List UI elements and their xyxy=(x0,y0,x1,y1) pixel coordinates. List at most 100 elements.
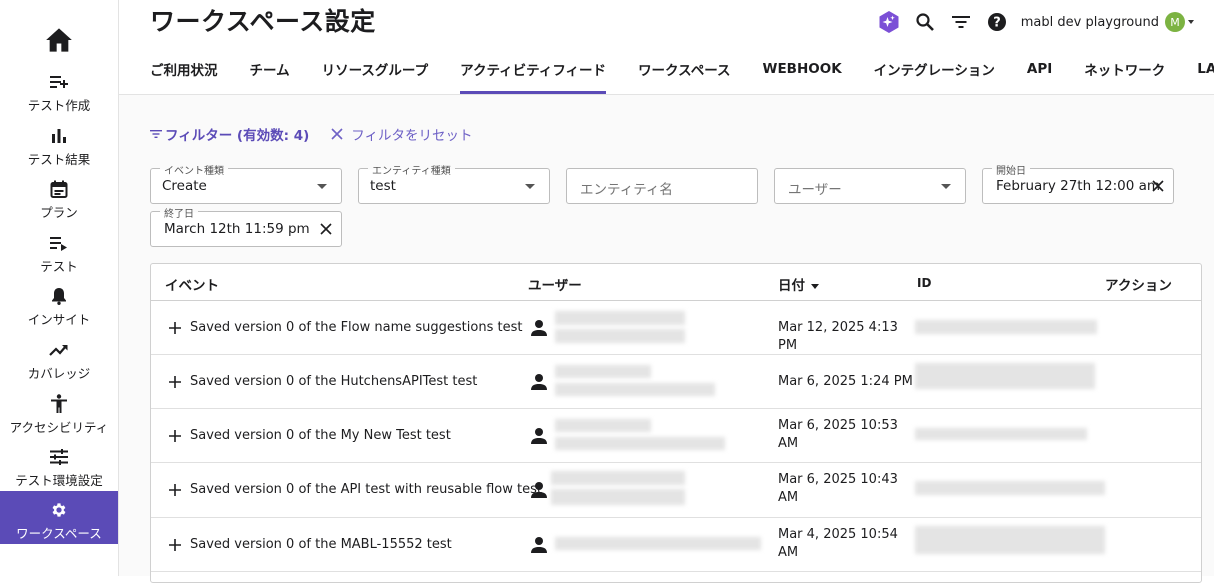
tab-workspace[interactable]: ワークスペース xyxy=(622,44,746,94)
ai-assistant-button[interactable] xyxy=(877,10,901,34)
home-icon xyxy=(46,28,72,52)
bar-chart-icon xyxy=(49,126,69,146)
help-icon: ? xyxy=(987,13,1006,31)
dropdown-arrow-icon xyxy=(317,184,327,189)
tab-labs[interactable]: LABS xyxy=(1181,44,1214,94)
expand-icon[interactable] xyxy=(168,321,182,335)
field-placeholder: エンティティ名 xyxy=(580,182,673,198)
redacted-user-email xyxy=(555,383,715,396)
workspace-switcher[interactable]: mabl dev playground M xyxy=(1021,12,1194,32)
redacted-id xyxy=(915,481,1105,495)
table-row[interactable]: Saved version 0 of the API test with reu… xyxy=(151,463,1201,518)
table-row[interactable]: Saved version 0 of the Flow name suggest… xyxy=(151,301,1201,355)
redacted-id xyxy=(915,363,1095,389)
settings-tabs: ご利用状況 チーム リソースグループ アクティビティフィード ワークスペース W… xyxy=(134,44,1214,94)
redacted-user-email xyxy=(555,329,685,343)
sidebar-item-label: テスト作成 xyxy=(27,98,91,113)
start-date-field[interactable]: 開始日 February 27th 12:00 am xyxy=(982,162,1174,204)
event-text: Saved version 0 of the HutchensAPITest t… xyxy=(190,374,478,389)
home-button[interactable] xyxy=(0,20,118,60)
sidebar-item-accessibility[interactable]: アクセシビリティ xyxy=(0,389,118,441)
date-text: Mar 6, 2025 1:24 PM xyxy=(778,374,913,389)
entity-type-select[interactable]: エンティティ種類 test xyxy=(358,162,550,204)
sidebar-item-tests[interactable]: テスト xyxy=(0,228,118,280)
date-text: Mar 6, 2025 10:43 AM xyxy=(778,472,898,505)
event-text: Saved version 0 of the My New Test test xyxy=(190,428,451,443)
filter-list-icon xyxy=(150,130,162,138)
tab-api[interactable]: API xyxy=(1011,44,1068,94)
tab-usage[interactable]: ご利用状況 xyxy=(134,44,234,94)
redacted-user xyxy=(555,419,651,432)
filter-button-label: フィルター (有効数: 4) xyxy=(165,128,310,144)
table-row[interactable]: Saved version 0 of the MABL-15552 test M… xyxy=(151,518,1201,572)
column-header-user: ユーザー xyxy=(528,278,582,294)
expand-icon[interactable] xyxy=(168,429,182,443)
tab-team[interactable]: チーム xyxy=(234,44,306,94)
dropdown-arrow-icon xyxy=(525,184,535,189)
sidebar-item-create-test[interactable]: テスト作成 xyxy=(0,67,118,119)
tab-network[interactable]: ネットワーク xyxy=(1068,44,1181,94)
filter-toggle-button[interactable]: フィルター (有効数: 4) xyxy=(150,124,309,144)
sparkle-icon xyxy=(879,11,899,33)
sidebar-item-label: ワークスペース xyxy=(16,526,102,541)
clear-icon[interactable] xyxy=(1151,179,1165,193)
event-type-select[interactable]: イベント種類 Create xyxy=(150,162,342,204)
redacted-id xyxy=(915,428,1087,440)
sidebar-item-plans[interactable]: プラン xyxy=(0,174,118,226)
sidebar-item-test-env-settings[interactable]: テスト環境設定 xyxy=(0,442,118,494)
end-date-field[interactable]: 終了日 March 12th 11:59 pm xyxy=(150,205,342,247)
person-icon xyxy=(531,537,547,553)
field-label: 終了日 xyxy=(160,205,198,220)
field-label: エンティティ種類 xyxy=(368,162,455,177)
tab-webhook[interactable]: WEBHOOK xyxy=(747,44,858,94)
field-value: March 12th 11:59 pm xyxy=(164,221,310,237)
event-text: Saved version 0 of the MABL-15552 test xyxy=(190,537,452,552)
person-icon xyxy=(531,374,547,390)
entity-name-input[interactable]: エンティティ名 xyxy=(566,168,758,204)
table-row[interactable]: Saved version 0 of the HutchensAPITest t… xyxy=(151,355,1201,409)
redacted-id xyxy=(915,320,1097,334)
reset-filters-label: フィルタをリセット xyxy=(351,128,473,144)
playlist-play-icon xyxy=(49,233,69,253)
expand-icon[interactable] xyxy=(168,375,182,389)
avatar: M xyxy=(1165,12,1185,32)
sidebar-item-label: テスト環境設定 xyxy=(15,473,103,488)
reset-filters-button[interactable]: フィルタをリセット xyxy=(331,124,473,144)
clear-icon[interactable] xyxy=(319,222,333,236)
redacted-user-email xyxy=(551,489,685,505)
top-toolbar: ? mabl dev playground M xyxy=(877,10,1194,34)
tab-resource-groups[interactable]: リソースグループ xyxy=(306,44,445,94)
sidebar-item-workspace[interactable]: ワークスペース xyxy=(0,491,118,544)
sidebar-item-label: インサイト xyxy=(27,312,91,327)
tab-integrations[interactable]: インテグレーション xyxy=(858,44,1011,94)
page-title: ワークスペース設定 xyxy=(150,7,376,36)
person-icon xyxy=(531,320,547,336)
bell-icon xyxy=(49,286,69,306)
date-text: Mar 12, 2025 4:13 PM xyxy=(778,320,898,353)
sidebar-item-label: テスト結果 xyxy=(27,152,91,167)
redacted-user xyxy=(555,365,651,378)
sidebar-item-insights[interactable]: インサイト xyxy=(0,281,118,333)
table-row[interactable]: Saved version 0 of the My New Test test … xyxy=(151,409,1201,463)
person-icon xyxy=(531,428,547,444)
trending-up-icon xyxy=(49,340,69,360)
svg-text:?: ? xyxy=(993,16,1001,31)
sidebar: テスト作成 テスト結果 プラン テスト インサイト カバレッジ アクセシビリティ… xyxy=(0,0,119,576)
date-text: Mar 6, 2025 10:53 AM xyxy=(778,418,898,451)
workspace-name: mabl dev playground xyxy=(1020,14,1159,30)
sidebar-item-coverage[interactable]: カバレッジ xyxy=(0,335,118,387)
sidebar-item-test-results[interactable]: テスト結果 xyxy=(0,121,118,173)
sidebar-item-label: アクセシビリティ xyxy=(9,420,109,435)
playlist-add-icon xyxy=(49,72,69,92)
tab-activity-feed[interactable]: アクティビティフィード xyxy=(444,44,622,94)
field-value: Create xyxy=(162,178,207,194)
column-header-date[interactable]: 日付 xyxy=(778,274,819,294)
help-button[interactable]: ? xyxy=(985,10,1009,34)
expand-icon[interactable] xyxy=(168,483,182,497)
filter-menu-button[interactable] xyxy=(949,10,973,34)
field-value: test xyxy=(370,178,396,194)
user-select[interactable]: ユーザー xyxy=(774,168,966,204)
search-button[interactable] xyxy=(913,10,937,34)
expand-icon[interactable] xyxy=(168,538,182,552)
filter-toolbar: フィルター (有効数: 4) フィルタをリセット xyxy=(150,124,473,144)
